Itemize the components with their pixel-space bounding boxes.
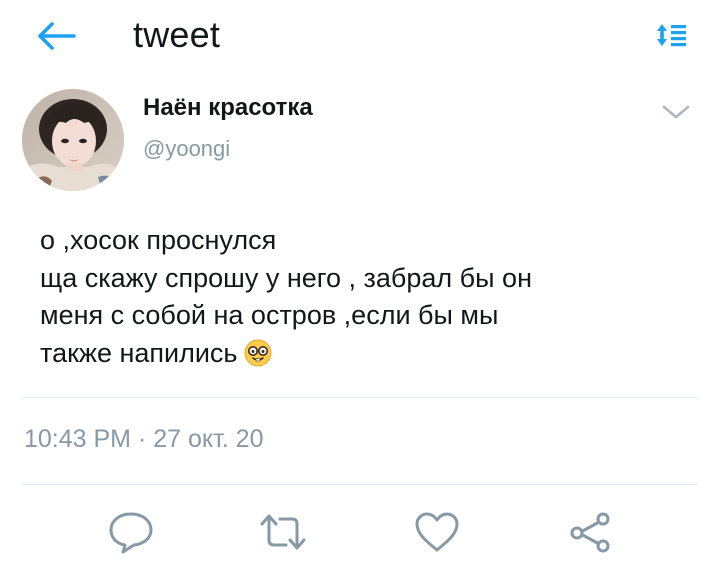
divider	[22, 397, 698, 398]
sort-arrows-icon[interactable]	[652, 19, 690, 51]
tweet-text: о ,хосок проснулся ща скажу спрошу у нег…	[40, 222, 680, 372]
chevron-down-icon[interactable]	[659, 100, 693, 124]
tweet-timestamp[interactable]: 10:43 PM · 27 окт. 20	[24, 425, 263, 454]
reply-icon[interactable]	[106, 510, 156, 554]
page-title: tweet	[133, 14, 221, 55]
tweet-line: также напились	[40, 337, 238, 368]
retweet-icon[interactable]	[258, 510, 308, 554]
tweet-line: о ,хосок проснулся	[40, 225, 277, 255]
top-bar: tweet	[0, 0, 720, 80]
nerd-face-emoji-icon	[244, 339, 272, 367]
heart-icon[interactable]	[412, 510, 462, 554]
tweet-line: меня с собой на остров ,если бы мы	[40, 300, 499, 330]
tweet-line: ща скажу спрошу у него , забрал бы он	[40, 262, 532, 293]
share-icon[interactable]	[566, 510, 616, 554]
tweet-line-last: также напились	[40, 335, 680, 373]
action-bar	[0, 500, 720, 560]
arrow-left-icon[interactable]	[36, 20, 76, 52]
author-handle[interactable]: @yoongi	[143, 136, 230, 162]
avatar[interactable]	[22, 89, 124, 191]
author-name[interactable]: Наён красотка	[143, 94, 313, 122]
divider	[22, 484, 698, 485]
